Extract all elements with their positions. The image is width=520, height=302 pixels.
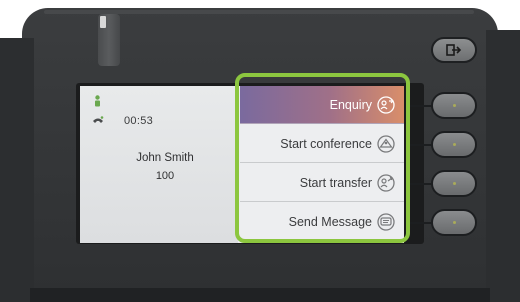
person-icon — [95, 95, 100, 107]
phone-side-left — [0, 38, 34, 302]
phone-bottom-edge — [30, 288, 490, 302]
handset-hook — [98, 14, 120, 66]
exit-icon — [446, 44, 462, 56]
menu-highlight-frame — [235, 73, 410, 243]
caller-name: John Smith — [136, 152, 194, 164]
softkey-connector — [410, 144, 433, 146]
phone-side-right — [486, 30, 520, 302]
softkey-enquiry[interactable] — [431, 92, 477, 119]
exit-key[interactable] — [431, 37, 477, 63]
call-info-panel — [80, 86, 238, 243]
softkey-start-transfer[interactable] — [431, 170, 477, 197]
softkey-connector — [410, 105, 433, 107]
softkey-start-conference[interactable] — [431, 131, 477, 158]
call-timer: 00:53 — [124, 115, 154, 127]
softkey-send-message[interactable] — [431, 209, 477, 236]
softkey-connector — [410, 183, 433, 185]
call-active-icon — [93, 116, 104, 123]
caller-number: 100 — [155, 170, 175, 182]
softkey-connector — [410, 222, 433, 224]
